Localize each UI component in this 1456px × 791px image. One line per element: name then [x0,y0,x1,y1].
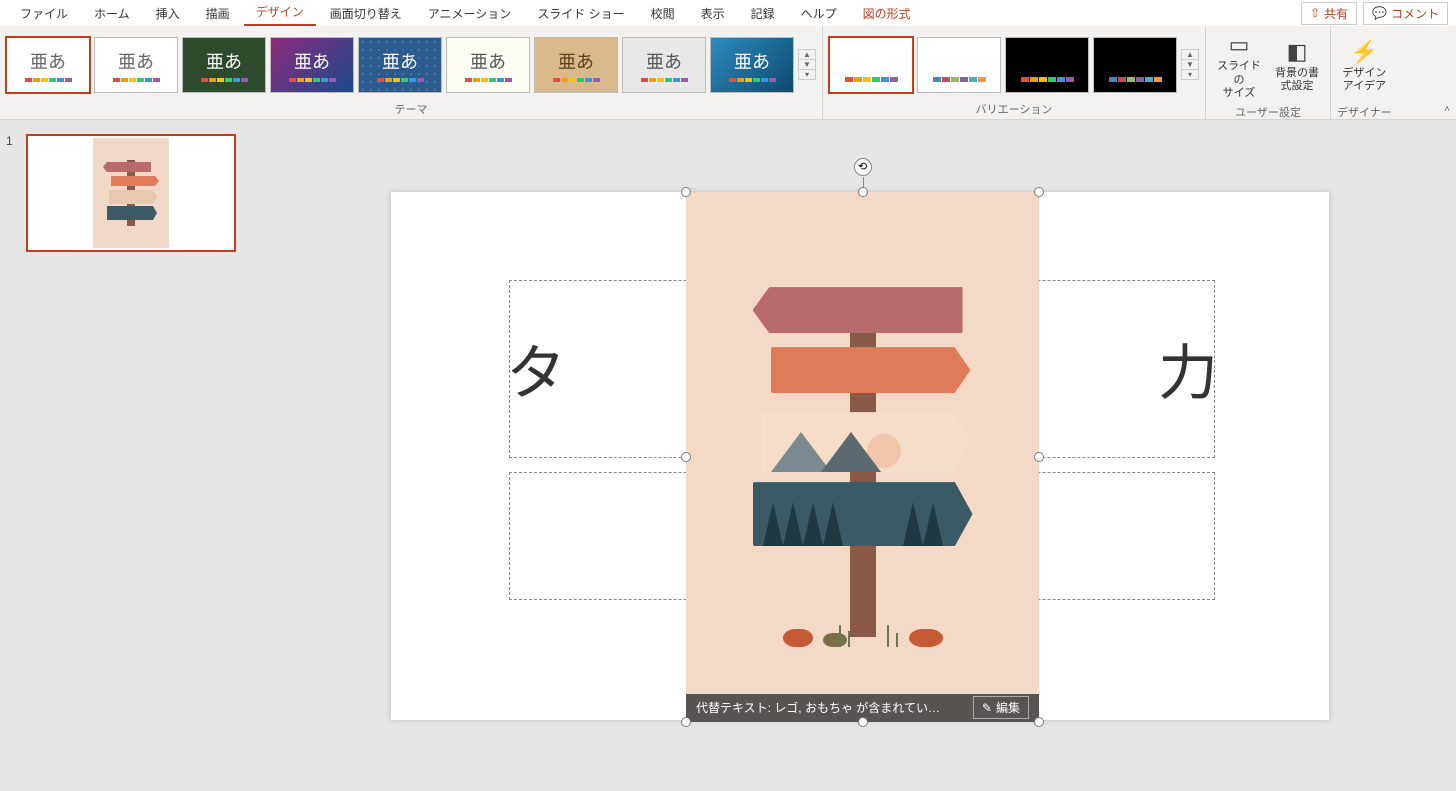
tab-insert[interactable]: 挿入 [144,1,192,26]
rotate-handle[interactable]: ⟲ [854,158,872,176]
variation-thumb-1[interactable] [829,37,913,93]
resize-handle-tr[interactable] [1034,187,1044,197]
alt-text-edit-button[interactable]: ✎編集 [973,696,1029,719]
tab-help[interactable]: ヘルプ [789,1,849,26]
resize-handle-tl[interactable] [681,187,691,197]
tab-review[interactable]: 校閲 [639,1,687,26]
variation-thumb-2[interactable] [917,37,1001,93]
scroll-up-icon[interactable]: ▲ [1182,50,1198,60]
design-ideas-button[interactable]: ⚡デザイン アイデア [1337,30,1391,102]
collapse-ribbon-icon[interactable]: ˄ [1444,104,1450,115]
tab-design[interactable]: デザイン [244,0,316,27]
background-icon: ◧ [1287,39,1308,65]
theme-thumb-2[interactable]: 亜あ [94,37,178,93]
title-text-left: タ [506,325,566,412]
title-text-right: 力 [1158,325,1218,412]
slide-number: 1 [6,134,13,148]
tab-animation[interactable]: アニメーション [416,1,524,26]
scroll-down-icon[interactable]: ▼ [799,60,815,70]
tab-transition[interactable]: 画面切り替え [318,1,414,26]
ribbon-group-variations: ▲▼▾ バリエーション [823,26,1206,119]
group-label: バリエーション [976,101,1053,117]
theme-thumb-1[interactable]: 亜あ [6,37,90,93]
expand-icon[interactable]: ▾ [1182,70,1198,79]
resize-handle-bm[interactable] [858,717,868,727]
ribbon: 亜あ 亜あ 亜あ 亜あ 亜あ 亜あ 亜あ 亜あ 亜あ ▲▼▾ テーマ ▲▼▾ バ… [0,26,1456,120]
tab-draw[interactable]: 描画 [194,1,242,26]
slide-size-button[interactable]: ▭スライドの サイズ [1212,30,1266,102]
slide-thumbnail-panel[interactable]: 1 [0,120,264,791]
theme-thumb-8[interactable]: 亜あ [622,37,706,93]
ribbon-group-user: ▭スライドの サイズ ◧背景の書 式設定 ユーザー設定 [1206,26,1331,119]
scroll-up-icon[interactable]: ▲ [799,50,815,60]
slide-size-icon: ▭ [1229,32,1250,58]
selected-image[interactable]: 代替テキスト: レゴ, おもちゃ が含まれてい… ✎編集 ⟲ [686,192,1039,722]
ribbon-group-themes: 亜あ 亜あ 亜あ 亜あ 亜あ 亜あ 亜あ 亜あ 亜あ ▲▼▾ テーマ [0,26,823,119]
resize-handle-tm[interactable] [858,187,868,197]
resize-handle-bl[interactable] [681,717,691,727]
tab-slideshow[interactable]: スライド ショー [525,1,636,26]
theme-thumb-5[interactable]: 亜あ [358,37,442,93]
menu-bar: ファイル ホーム 挿入 描画 デザイン 画面切り替え アニメーション スライド … [0,0,1456,26]
share-button[interactable]: ⇧共有 [1301,2,1357,25]
variation-thumb-3[interactable] [1005,37,1089,93]
resize-handle-ml[interactable] [681,452,691,462]
signpost-illustration [743,257,983,677]
variation-thumb-4[interactable] [1093,37,1177,93]
comment-icon: 💬 [1372,6,1387,20]
main-area: 1 タ 力 [0,120,1456,791]
tab-home[interactable]: ホーム [82,1,142,26]
theme-thumb-6[interactable]: 亜あ [446,37,530,93]
tab-view[interactable]: 表示 [689,1,737,26]
theme-gallery-more[interactable]: ▲▼▾ [798,49,816,80]
resize-handle-br[interactable] [1034,717,1044,727]
theme-thumb-9[interactable]: 亜あ [710,37,794,93]
tab-record[interactable]: 記録 [739,1,787,26]
pencil-icon: ✎ [982,701,992,715]
background-format-button[interactable]: ◧背景の書 式設定 [1270,30,1324,102]
resize-handle-mr[interactable] [1034,452,1044,462]
share-icon: ⇧ [1310,6,1320,20]
group-label: テーマ [395,101,428,117]
theme-thumb-7[interactable]: 亜あ [534,37,618,93]
theme-thumb-3[interactable]: 亜あ [182,37,266,93]
slide-thumbnail-1[interactable]: 1 [10,134,254,252]
expand-icon[interactable]: ▾ [799,70,815,79]
design-ideas-icon: ⚡ [1351,39,1378,65]
tab-file[interactable]: ファイル [8,1,80,26]
comment-button[interactable]: 💬コメント [1363,2,1448,25]
group-label: デザイナー [1337,104,1392,120]
slide-canvas[interactable]: タ 力 代替テキスト: レゴ, おもちゃ が含ま [264,120,1456,791]
variation-gallery-more[interactable]: ▲▼▾ [1181,49,1199,80]
group-label: ユーザー設定 [1235,104,1301,120]
slide-thumbnail-image [93,138,169,248]
theme-thumb-4[interactable]: 亜あ [270,37,354,93]
slide-thumbnail-frame[interactable] [26,134,236,252]
tab-picture-format[interactable]: 図の形式 [851,1,923,26]
slide[interactable]: タ 力 代替テキスト: レゴ, おもちゃ が含ま [391,192,1329,720]
ribbon-group-designer: ⚡デザイン アイデア デザイナー [1331,26,1398,119]
scroll-down-icon[interactable]: ▼ [1182,60,1198,70]
alt-text-label: 代替テキスト: レゴ, おもちゃ が含まれてい… [696,699,940,716]
